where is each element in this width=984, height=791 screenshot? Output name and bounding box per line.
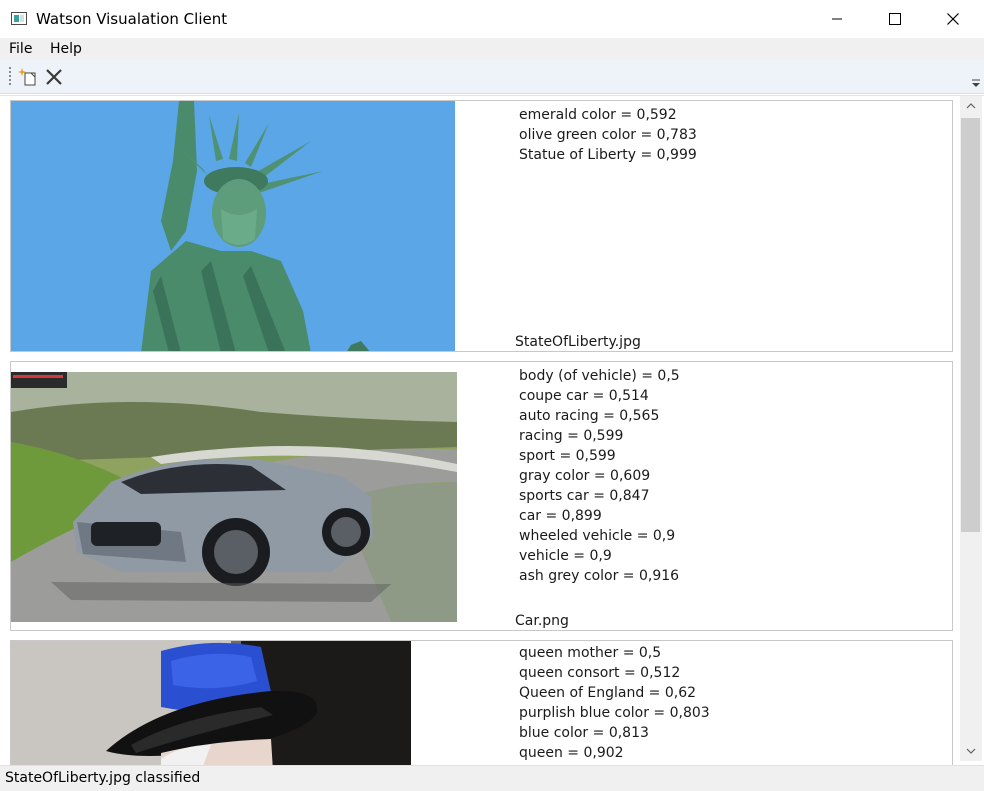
label-item: auto racing = 0,565 — [519, 408, 660, 424]
toolbar-grip[interactable] — [9, 67, 11, 85]
file-name: Car.png — [515, 613, 569, 629]
file-name: StateOfLiberty.jpg — [515, 334, 641, 350]
chevron-up-icon — [966, 103, 976, 109]
close-x-icon — [46, 69, 62, 85]
close-icon — [947, 13, 959, 25]
label-item: sport = 0,599 — [519, 448, 616, 464]
label-item: emerald color = 0,592 — [519, 107, 677, 123]
label-item: blue color = 0,813 — [519, 725, 649, 741]
label-item: Statue of Liberty = 0,999 — [519, 147, 697, 163]
label-item: queen = 0,902 — [519, 745, 624, 761]
label-item: Queen of England = 0,62 — [519, 685, 697, 701]
scroll-down-button[interactable] — [960, 741, 982, 761]
label-item: queen mother = 0,5 — [519, 645, 662, 661]
toolbar-overflow-icon[interactable] — [972, 78, 980, 88]
label-item: sports car = 0,847 — [519, 488, 650, 504]
label-item: purplish blue color = 0,803 — [519, 705, 710, 721]
label-list: queen mother = 0,5 queen consort = 0,512… — [519, 643, 710, 763]
label-item: racing = 0,599 — [519, 428, 624, 444]
label-item: coupe car = 0,514 — [519, 388, 649, 404]
new-button[interactable] — [16, 66, 38, 88]
result-image-queen — [11, 641, 411, 765]
window-title: Watson Visualation Client — [36, 10, 228, 28]
label-item: car = 0,899 — [519, 508, 602, 524]
minimize-icon — [832, 18, 842, 20]
maximize-icon — [889, 13, 901, 25]
remove-button[interactable] — [43, 66, 65, 88]
app-icon — [11, 12, 27, 25]
toolbar — [0, 60, 984, 94]
label-item: wheeled vehicle = 0,9 — [519, 528, 676, 544]
results-list[interactable]: emerald color = 0,592 olive green color … — [0, 95, 984, 765]
menu-file[interactable]: File — [9, 41, 32, 57]
vertical-scrollbar[interactable] — [960, 96, 982, 761]
result-card: body (of vehicle) = 0,5 coupe car = 0,51… — [10, 361, 953, 631]
chevron-down-icon — [966, 748, 976, 754]
label-item: vehicle = 0,9 — [519, 548, 612, 564]
result-image-statue — [11, 101, 455, 351]
status-bar: StateOfLiberty.jpg classified — [0, 765, 984, 791]
status-text: StateOfLiberty.jpg classified — [5, 770, 201, 786]
new-document-icon — [18, 68, 36, 86]
scroll-thumb[interactable] — [961, 118, 980, 532]
scroll-up-button[interactable] — [960, 96, 982, 116]
label-item: olive green color = 0,783 — [519, 127, 697, 143]
label-item: queen consort = 0,512 — [519, 665, 681, 681]
result-card: emerald color = 0,592 olive green color … — [10, 100, 953, 352]
label-list: emerald color = 0,592 olive green color … — [519, 105, 697, 165]
menu-bar: File Help — [0, 38, 984, 60]
result-card: queen mother = 0,5 queen consort = 0,512… — [10, 640, 953, 765]
result-image-car — [11, 372, 457, 622]
title-bar: Watson Visualation Client — [0, 0, 984, 38]
maximize-button[interactable] — [866, 0, 924, 38]
label-item: ash grey color = 0,916 — [519, 568, 680, 584]
label-item: body (of vehicle) = 0,5 — [519, 368, 680, 384]
close-button[interactable] — [924, 0, 982, 38]
label-list: body (of vehicle) = 0,5 coupe car = 0,51… — [519, 366, 680, 586]
minimize-button[interactable] — [808, 0, 866, 38]
label-item: gray color = 0,609 — [519, 468, 651, 484]
menu-help[interactable]: Help — [50, 41, 82, 57]
